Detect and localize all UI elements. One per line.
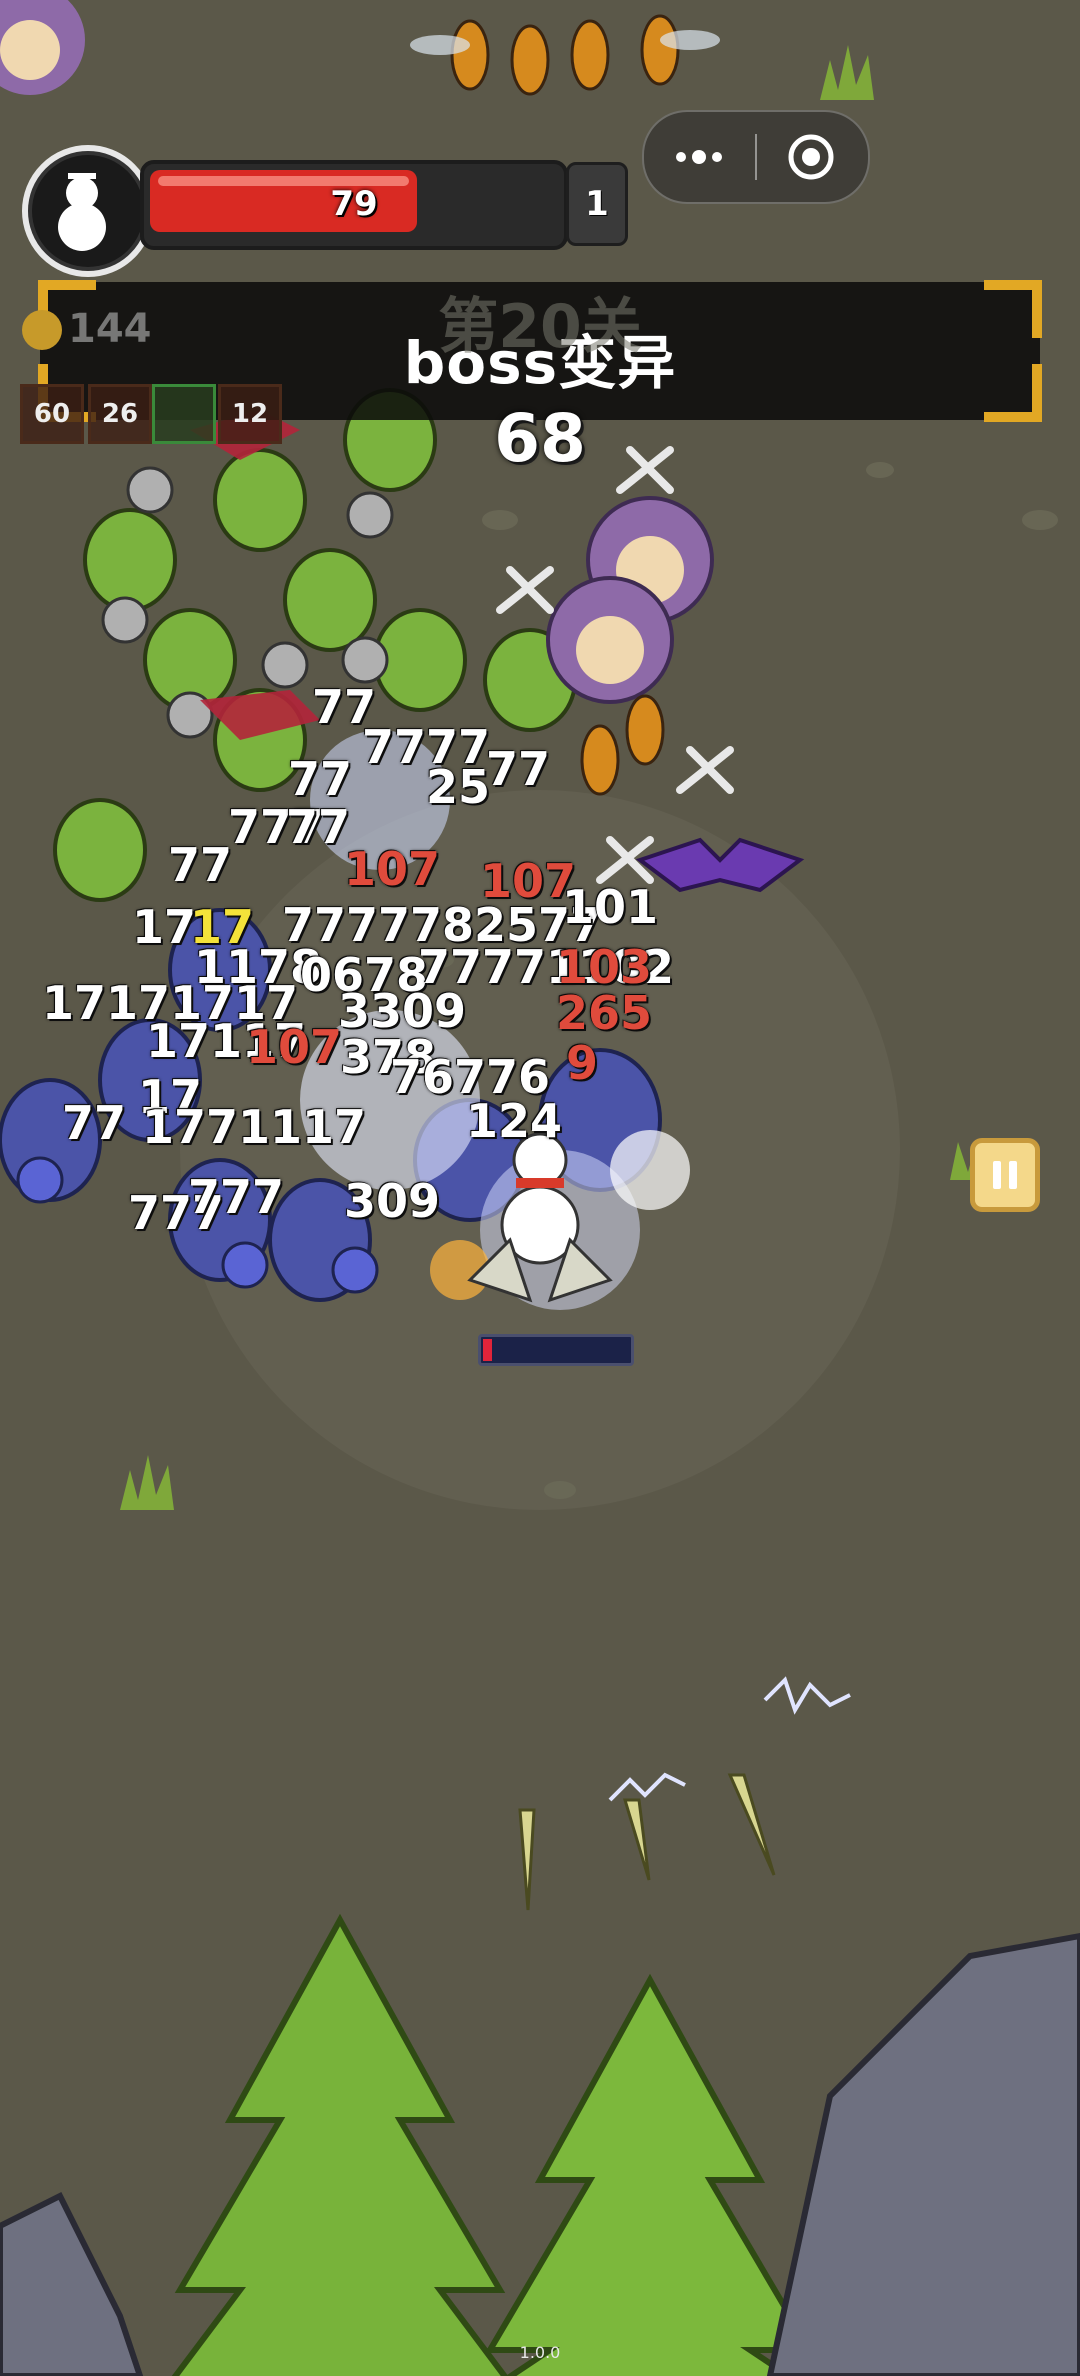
damage-number: 77: [168, 838, 233, 892]
mini-program-capsule: [642, 110, 870, 204]
pause-icon: [993, 1161, 1001, 1189]
stage-title: 第20关: [438, 292, 642, 362]
player-hp-bar: 79: [140, 160, 568, 250]
damage-number: 101: [562, 880, 659, 934]
more-button[interactable]: [644, 112, 754, 202]
player-avatar: [22, 145, 154, 277]
damage-number: 1771117: [142, 1100, 367, 1154]
damage-number: 107: [246, 1020, 343, 1074]
kill-count: 68: [494, 400, 586, 477]
damage-number: 25: [426, 760, 491, 814]
damage-number: 107: [344, 842, 441, 896]
close-button[interactable]: [756, 112, 866, 202]
damage-number: 124: [466, 1094, 563, 1148]
damage-number: 9: [566, 1036, 599, 1090]
level-badge: 1: [566, 162, 628, 246]
damage-number: 77: [62, 1096, 127, 1150]
player-health-bar: [478, 1334, 634, 1366]
snowman-icon: [58, 173, 106, 251]
hp-value: 79: [330, 184, 378, 224]
damage-number: 17: [132, 900, 197, 954]
damage-number: 777: [188, 1170, 285, 1224]
version-label: 1.0.0: [519, 2343, 561, 2362]
record-target-icon: [788, 134, 834, 180]
damage-number: 309: [344, 1174, 441, 1228]
damage-number: 77: [286, 800, 351, 854]
pause-button[interactable]: [970, 1138, 1040, 1212]
player-health-fill: [483, 1339, 492, 1361]
more-dots-icon: [676, 150, 722, 164]
damage-number: 77: [486, 742, 551, 796]
damage-number: 265: [556, 986, 653, 1040]
damage-number: 77: [288, 752, 353, 806]
